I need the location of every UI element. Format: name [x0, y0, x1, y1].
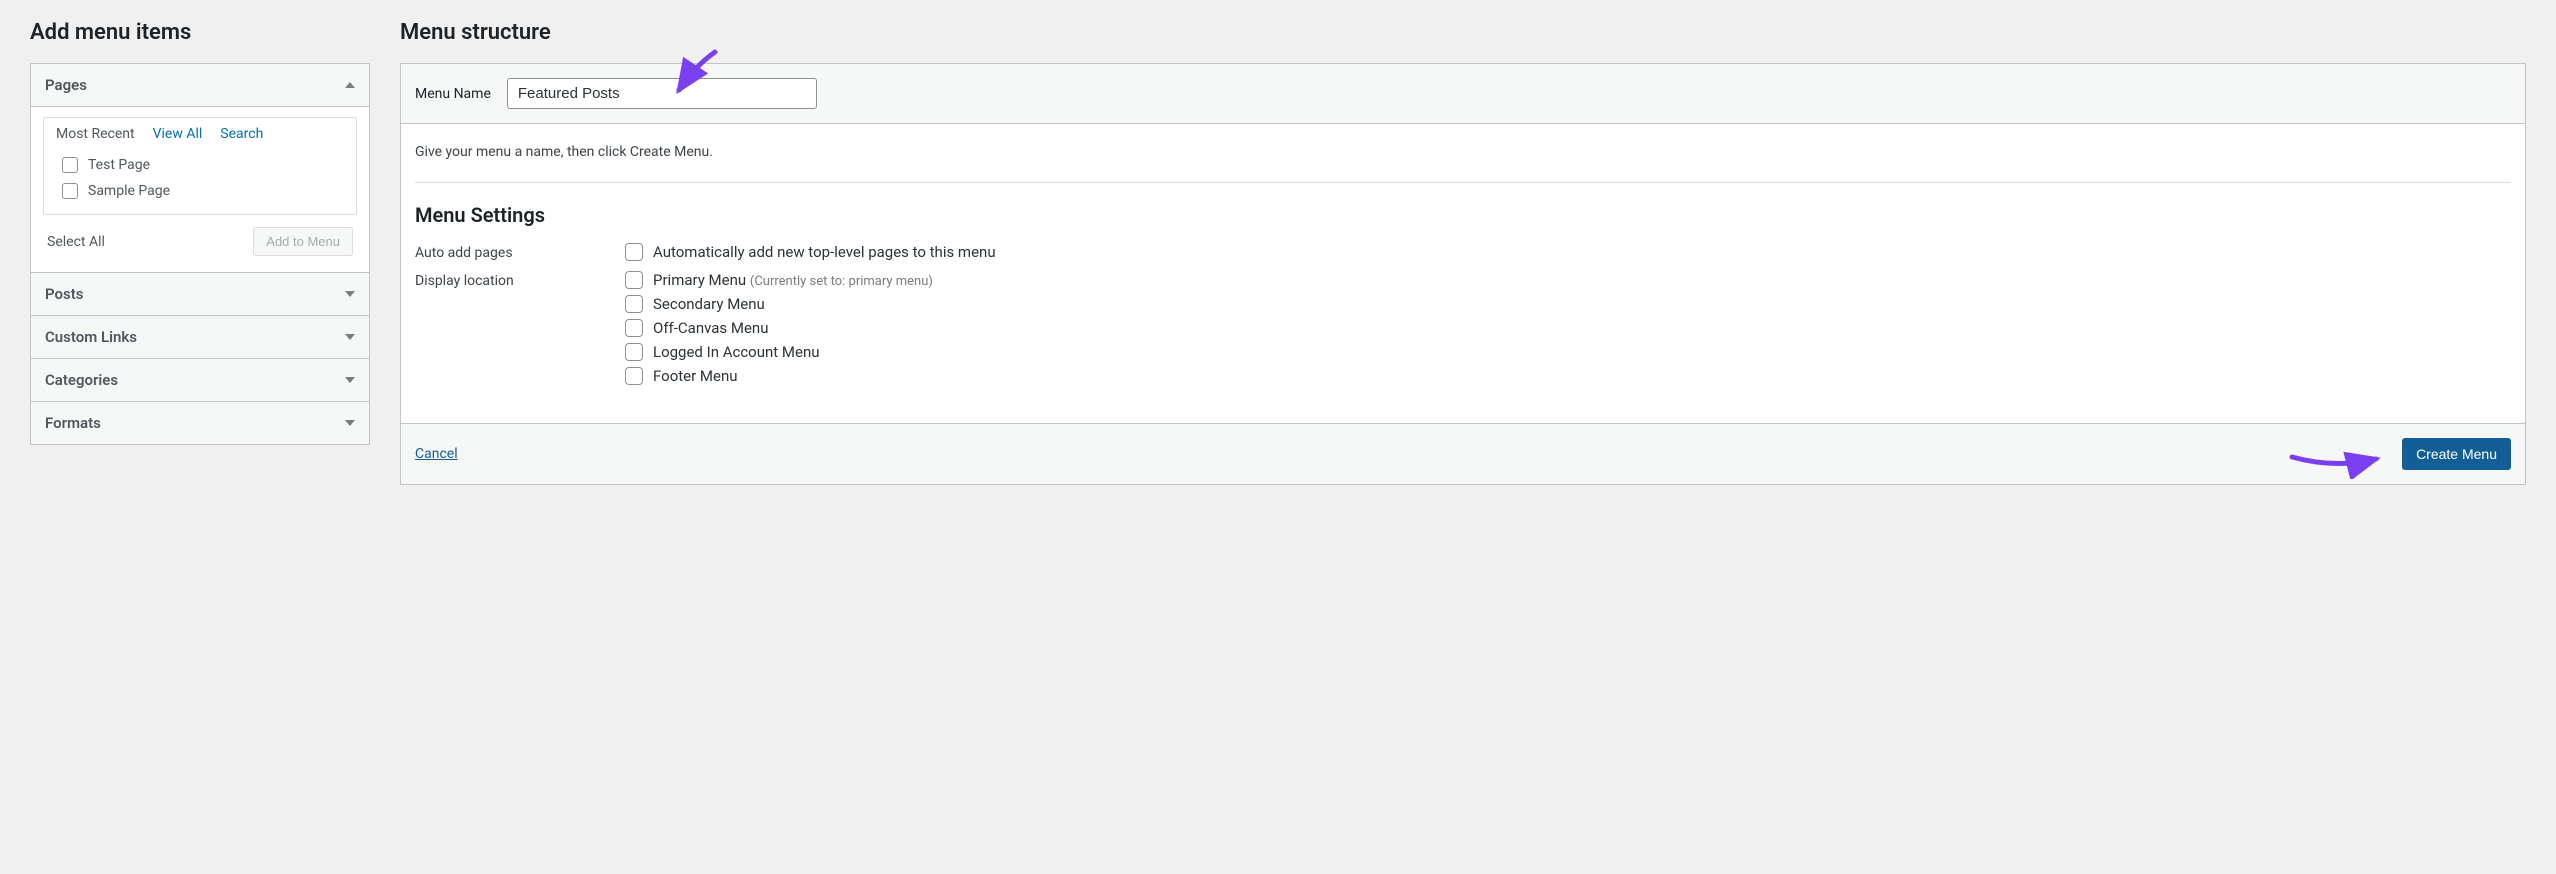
- tab-most-recent[interactable]: Most Recent: [56, 126, 135, 142]
- chevron-down-icon: [345, 377, 355, 383]
- acc-pages-body: Most Recent View All Search Test Page Sa…: [31, 106, 369, 272]
- acc-custom-links-label: Custom Links: [45, 328, 137, 346]
- chevron-down-icon: [345, 291, 355, 297]
- acc-categories-label: Categories: [45, 371, 118, 389]
- page-item[interactable]: Sample Page: [62, 178, 342, 204]
- page-item[interactable]: Test Page: [62, 152, 342, 178]
- acc-posts-label: Posts: [45, 285, 83, 303]
- location-checkbox[interactable]: [625, 367, 643, 385]
- auto-add-label: Auto add pages: [415, 243, 625, 261]
- location-label: Logged In Account Menu: [653, 343, 820, 361]
- location-option[interactable]: Footer Menu: [625, 367, 933, 385]
- location-checkbox[interactable]: [625, 271, 643, 289]
- auto-add-option-label: Automatically add new top-level pages to…: [653, 243, 996, 261]
- cancel-link[interactable]: Cancel: [415, 446, 458, 462]
- location-option[interactable]: Logged In Account Menu: [625, 343, 933, 361]
- menu-name-input[interactable]: [507, 78, 817, 109]
- auto-add-checkbox[interactable]: [625, 243, 643, 261]
- tab-view-all[interactable]: View All: [153, 126, 203, 142]
- add-menu-items-heading: Add menu items: [30, 20, 370, 45]
- acc-posts-head[interactable]: Posts: [31, 272, 369, 315]
- acc-pages-label: Pages: [45, 76, 87, 94]
- location-option[interactable]: Off-Canvas Menu: [625, 319, 933, 337]
- page-checkbox[interactable]: [62, 183, 78, 199]
- location-label: Secondary Menu: [653, 295, 765, 313]
- menu-name-label: Menu Name: [415, 86, 491, 102]
- tab-search[interactable]: Search: [220, 126, 263, 142]
- acc-pages-head[interactable]: Pages: [31, 64, 369, 106]
- location-label: Primary Menu: [653, 271, 746, 289]
- acc-formats-label: Formats: [45, 414, 101, 432]
- select-all-link[interactable]: Select All: [47, 234, 105, 250]
- page-checkbox[interactable]: [62, 157, 78, 173]
- chevron-down-icon: [345, 334, 355, 340]
- divider: [415, 182, 2511, 183]
- display-location-label: Display location: [415, 271, 625, 289]
- page-label: Sample Page: [88, 183, 170, 199]
- accordion: Pages Most Recent View All Search Test P…: [30, 63, 370, 445]
- location-hint: (Currently set to: primary menu): [750, 274, 933, 289]
- create-menu-button[interactable]: Create Menu: [2402, 438, 2511, 470]
- location-checkbox[interactable]: [625, 343, 643, 361]
- display-location-options: Primary Menu (Currently set to: primary …: [625, 271, 933, 385]
- location-option[interactable]: Secondary Menu: [625, 295, 933, 313]
- auto-add-option[interactable]: Automatically add new top-level pages to…: [625, 243, 996, 261]
- chevron-up-icon: [345, 82, 355, 88]
- page-label: Test Page: [88, 157, 150, 173]
- location-label: Footer Menu: [653, 367, 738, 385]
- help-text: Give your menu a name, then click Create…: [415, 144, 2511, 160]
- location-checkbox[interactable]: [625, 295, 643, 313]
- location-label: Off-Canvas Menu: [653, 319, 768, 337]
- acc-formats-head[interactable]: Formats: [31, 401, 369, 444]
- acc-categories-head[interactable]: Categories: [31, 358, 369, 401]
- location-option[interactable]: Primary Menu (Currently set to: primary …: [625, 271, 933, 289]
- menu-structure-heading: Menu structure: [400, 20, 2526, 45]
- add-to-menu-button: Add to Menu: [253, 227, 353, 256]
- chevron-down-icon: [345, 420, 355, 426]
- acc-custom-links-head[interactable]: Custom Links: [31, 315, 369, 358]
- location-checkbox[interactable]: [625, 319, 643, 337]
- menu-settings-heading: Menu Settings: [415, 203, 2511, 227]
